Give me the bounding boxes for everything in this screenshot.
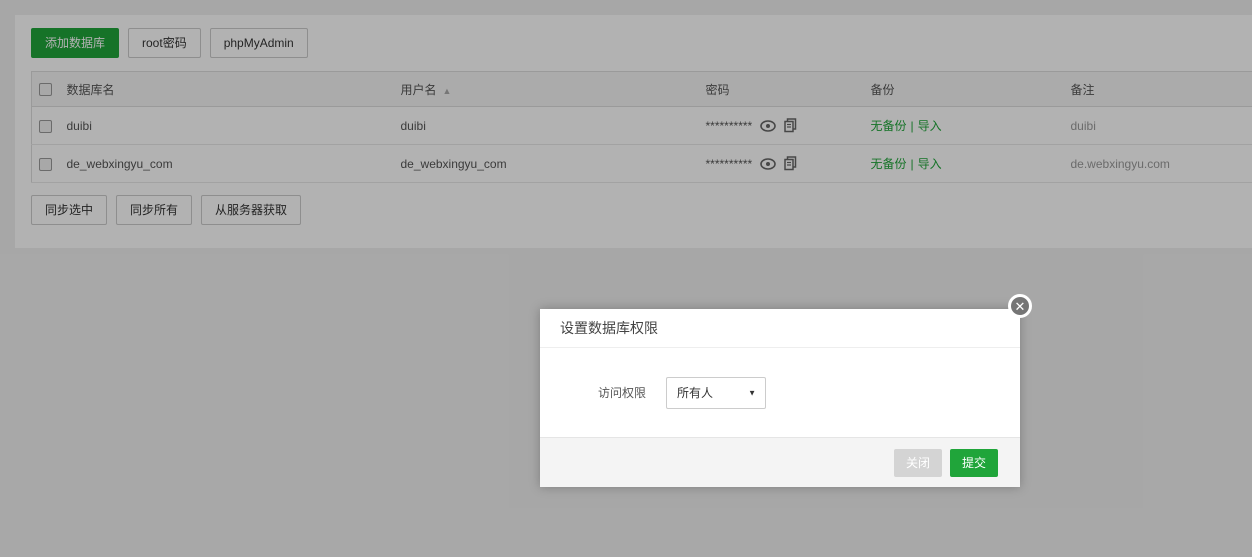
- access-permission-select-wrap: 所有人 ▼: [666, 376, 767, 409]
- modal-body: 访问权限 所有人 ▼: [540, 348, 1020, 437]
- set-permission-modal: ✕ 设置数据库权限 访问权限 所有人 ▼ 关闭 提交: [540, 294, 1032, 487]
- access-permission-label: 访问权限: [598, 386, 647, 400]
- modal-title: 设置数据库权限: [560, 320, 658, 336]
- modal-submit-button[interactable]: 提交: [949, 448, 998, 477]
- modal-close-button[interactable]: 关闭: [893, 448, 942, 477]
- access-permission-select[interactable]: 所有人: [666, 376, 767, 409]
- modal-header: 设置数据库权限: [540, 309, 1020, 348]
- close-icon[interactable]: ✕: [1008, 294, 1032, 318]
- modal-footer: 关闭 提交: [540, 437, 1020, 487]
